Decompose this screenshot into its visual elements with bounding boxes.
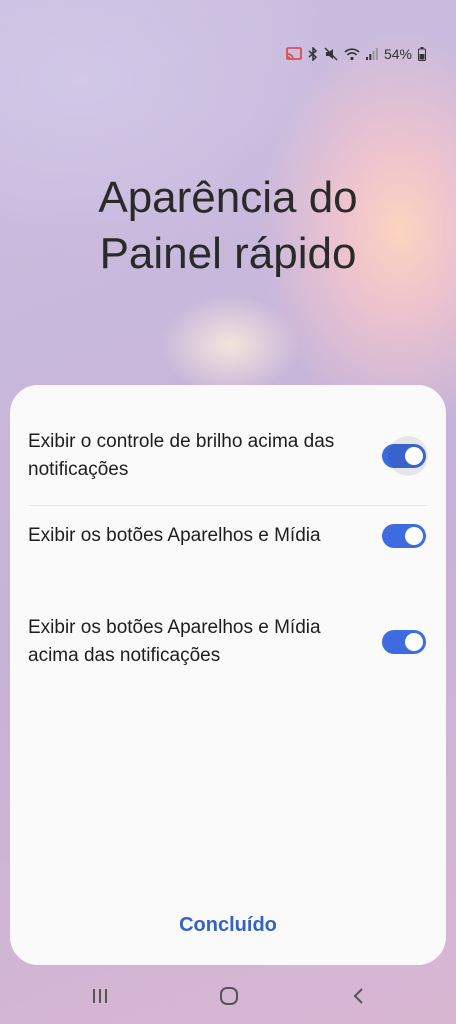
signal-icon: [365, 47, 378, 61]
toggle-knob: [405, 527, 423, 545]
divider: [28, 505, 428, 506]
option-row-devices-media-above[interactable]: Exibir os botões Aparelhos e Mídia acima…: [10, 614, 446, 670]
back-icon[interactable]: [344, 984, 374, 1008]
settings-card: Exibir o controle de brilho acima das no…: [10, 385, 446, 965]
option-label: Exibir os botões Aparelhos e Mídia: [28, 525, 321, 546]
wifi-icon: [344, 47, 360, 61]
navigation-bar: [0, 970, 456, 1024]
option-row-brightness[interactable]: Exibir o controle de brilho acima das no…: [10, 428, 446, 484]
option-row-devices-media[interactable]: Exibir os botões Aparelhos e Mídia: [10, 522, 446, 550]
page-title: Aparência do Painel rápido: [0, 170, 456, 282]
page-title-line-2: Painel rápido: [99, 229, 357, 278]
page-title-line-1: Aparência do: [98, 173, 358, 222]
devices-media-above-toggle[interactable]: [382, 630, 426, 654]
brightness-toggle[interactable]: [382, 436, 428, 476]
toggle-knob: [405, 447, 423, 465]
mute-icon: [324, 47, 338, 61]
cast-icon: [286, 47, 302, 61]
devices-media-toggle[interactable]: [382, 524, 426, 548]
option-label: Exibir os botões Aparelhos e Mídia acima…: [28, 617, 321, 666]
home-icon[interactable]: [214, 984, 244, 1008]
toggle-knob: [405, 633, 423, 651]
done-button[interactable]: Concluído: [10, 905, 446, 945]
bluetooth-icon: [308, 47, 318, 61]
battery-icon: [418, 47, 426, 61]
recents-icon[interactable]: [85, 984, 115, 1008]
status-bar: 54%: [286, 44, 426, 64]
battery-percent: 54%: [383, 46, 412, 62]
option-label: Exibir o controle de brilho acima das no…: [28, 431, 335, 480]
